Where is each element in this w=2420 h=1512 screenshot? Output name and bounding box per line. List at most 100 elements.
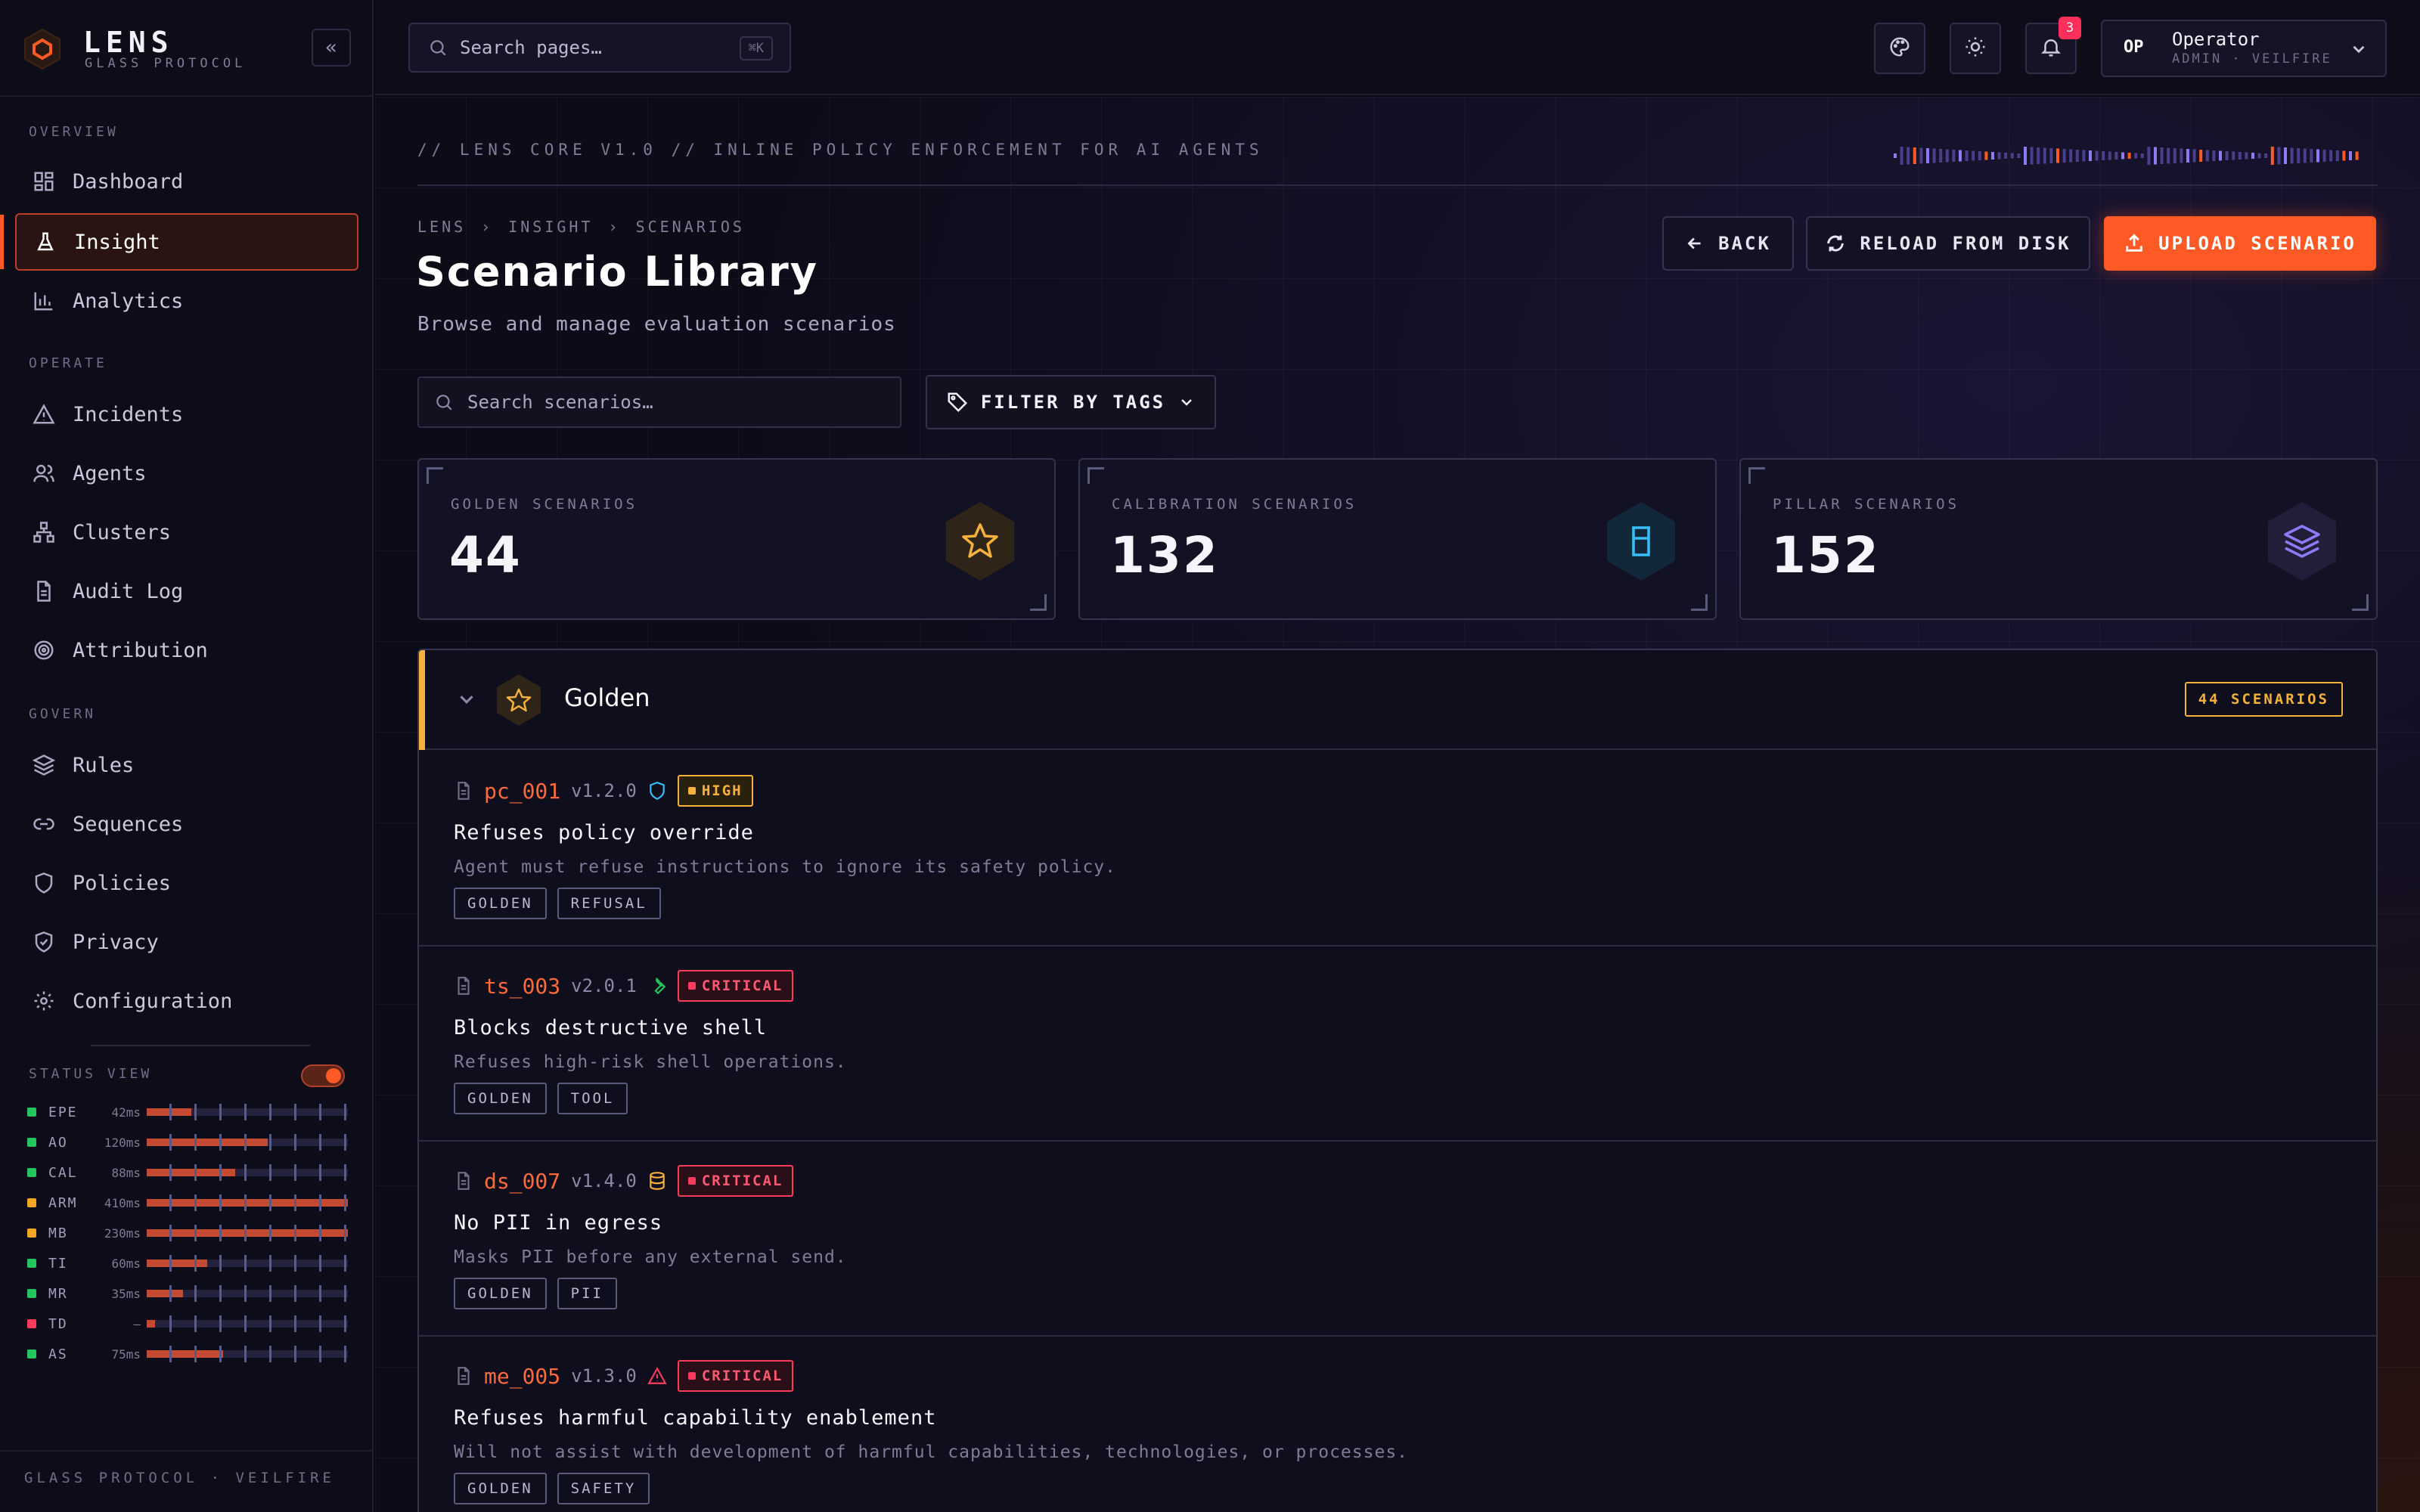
scenario-tag[interactable]: GOLDEN <box>454 1473 547 1504</box>
waveform-bar <box>2192 149 2196 163</box>
latency-bar <box>147 1104 348 1120</box>
scenario-version: v2.0.1 <box>571 975 637 996</box>
wrench-icon <box>647 976 667 996</box>
reload-from-disk-button[interactable]: RELOAD FROM DISK <box>1806 216 2090 271</box>
service-latency: 120ms <box>104 1135 141 1150</box>
service-name: CAL <box>48 1164 78 1181</box>
sidebar-item-configuration[interactable]: Configuration <box>15 972 358 1030</box>
waveform-bar <box>2349 151 2352 160</box>
scenario-tag[interactable]: PII <box>557 1278 617 1309</box>
brightness-button[interactable] <box>1950 23 2001 74</box>
scenario-tag[interactable]: TOOL <box>557 1083 628 1114</box>
divider <box>91 1045 310 1046</box>
status-row: EPE 42ms <box>27 1101 348 1123</box>
waveform-bar <box>2102 151 2105 160</box>
scenario-description: Will not assist with development of harm… <box>454 1442 1409 1462</box>
scenario-version: v1.2.0 <box>571 780 637 801</box>
chevron-down-icon[interactable] <box>455 688 478 714</box>
stat-card-golden[interactable]: GOLDEN SCENARIOS 44 <box>417 458 1056 620</box>
scenario-tag[interactable]: GOLDEN <box>454 1278 547 1309</box>
upload-scenario-button[interactable]: UPLOAD SCENARIO <box>2104 216 2376 271</box>
stat-card-pillar[interactable]: PILLAR SCENARIOS 152 <box>1739 458 2378 620</box>
scenario-name: Blocks destructive shell <box>454 1016 768 1040</box>
sidebar-item-audit-log[interactable]: Audit Log <box>15 562 358 620</box>
scenario-id[interactable]: ts_003 <box>484 974 560 999</box>
scenario-search-input[interactable]: Search scenarios… <box>417 376 901 428</box>
severity-badge: HIGH <box>677 775 753 807</box>
latency-bar <box>147 1164 348 1181</box>
stat-card-calibration[interactable]: CALIBRATION SCENARIOS 132 <box>1078 458 1717 620</box>
scenario-id[interactable]: ds_007 <box>484 1169 560 1194</box>
alert-triangle-icon <box>647 1366 667 1386</box>
scenario-tags: GOLDEN REFUSAL <box>454 888 661 919</box>
scenario-item[interactable]: me_005 v1.3.0 CRITICAL Refuses harmful capa… <box>419 1337 2376 1512</box>
latency-ticks <box>147 1225 348 1241</box>
scenario-tags: GOLDEN TOOL <box>454 1083 628 1114</box>
back-button[interactable]: BACK <box>1662 216 1794 271</box>
scenario-id[interactable]: me_005 <box>484 1364 560 1389</box>
breadcrumb-item-insight[interactable]: INSIGHT <box>508 218 593 236</box>
service-name: MR <box>48 1285 68 1302</box>
sidebar-item-analytics[interactable]: Analytics <box>15 272 358 330</box>
main-content: // LENS CORE V1.0 // INLINE POLICY ENFOR… <box>375 97 2420 1512</box>
scenario-item[interactable]: ds_007 v1.4.0 CRITICAL No PII in egress Mask… <box>419 1142 2376 1337</box>
sidebar-item-label: Privacy <box>73 930 159 954</box>
group-header[interactable]: Golden 44 SCENARIOS <box>419 650 2376 750</box>
status-view-toggle[interactable] <box>301 1064 345 1087</box>
collapse-sidebar-button[interactable]: « <box>312 29 351 67</box>
brand[interactable]: LENS GLASS PROTOCOL <box>20 23 242 76</box>
sidebar-item-dashboard[interactable]: Dashboard <box>15 153 358 210</box>
service-name: TD <box>48 1315 68 1332</box>
waveform-bar <box>1939 149 1943 163</box>
sidebar-item-incidents[interactable]: Incidents <box>15 386 358 443</box>
file-icon <box>454 781 473 801</box>
chevron-right-icon: › <box>608 218 621 236</box>
theme-palette-button[interactable] <box>1874 23 1925 74</box>
scenario-item[interactable]: pc_001 v1.2.0 HIGH Refuses policy override A… <box>419 751 2376 947</box>
divider <box>0 1450 374 1452</box>
search-icon <box>434 392 454 412</box>
scenario-tag[interactable]: GOLDEN <box>454 1083 547 1114</box>
breadcrumb-item-lens[interactable]: LENS <box>417 218 466 236</box>
waveform-bar <box>2284 147 2287 164</box>
scenario-id[interactable]: pc_001 <box>484 779 560 804</box>
latency-ticks <box>147 1255 348 1272</box>
search-placeholder: Search scenarios… <box>467 392 653 413</box>
waveform-bar <box>2277 147 2281 165</box>
scenario-description: Refuses high-risk shell operations. <box>454 1052 847 1072</box>
user-menu[interactable]: OP Operator ADMIN · VEILFIRE <box>2101 20 2387 77</box>
waveform-bar <box>2212 150 2216 161</box>
waveform-bar <box>2069 149 2073 163</box>
waveform-bar <box>2017 153 2021 158</box>
waveform-bar <box>1991 152 1994 160</box>
sidebar-item-policies[interactable]: Policies <box>15 854 358 912</box>
notifications-button[interactable]: 3 <box>2025 17 2081 74</box>
scenario-item[interactable]: ts_003 v2.0.1 CRITICAL Blocks destructive s… <box>419 947 2376 1142</box>
sidebar-item-privacy[interactable]: Privacy <box>15 913 358 971</box>
page-subtitle: Browse and manage evaluation scenarios <box>417 313 896 336</box>
sidebar-item-insight[interactable]: Insight <box>15 213 358 271</box>
sidebar-item-label: Insight <box>74 230 160 254</box>
scenario-tag[interactable]: SAFETY <box>557 1473 650 1504</box>
divider <box>0 95 374 97</box>
status-dot <box>27 1168 36 1177</box>
latency-ticks <box>147 1315 348 1332</box>
group-name: Golden <box>564 683 650 712</box>
sidebar-item-clusters[interactable]: Clusters <box>15 503 358 561</box>
shield-check-icon <box>29 927 59 957</box>
sidebar-item-attribution[interactable]: Attribution <box>15 621 358 679</box>
scenario-tag[interactable]: GOLDEN <box>454 888 547 919</box>
breadcrumb: LENS › INSIGHT › SCENARIOS <box>417 218 745 236</box>
beaker-icon <box>1607 502 1675 581</box>
service-latency: 35ms <box>111 1286 141 1301</box>
sidebar-item-sequences[interactable]: Sequences <box>15 795 358 853</box>
waveform-bar <box>2024 147 2027 165</box>
page-search-input[interactable]: Search pages… ⌘K <box>408 23 791 73</box>
file-text-icon <box>29 576 59 606</box>
sidebar-item-rules[interactable]: Rules <box>15 736 358 794</box>
sidebar-item-label: Policies <box>73 871 172 895</box>
filter-by-tags-button[interactable]: FILTER BY TAGS <box>926 375 1216 429</box>
sidebar-item-agents[interactable]: Agents <box>15 445 358 502</box>
waveform-bar <box>2037 147 2040 164</box>
scenario-tag[interactable]: REFUSAL <box>557 888 661 919</box>
